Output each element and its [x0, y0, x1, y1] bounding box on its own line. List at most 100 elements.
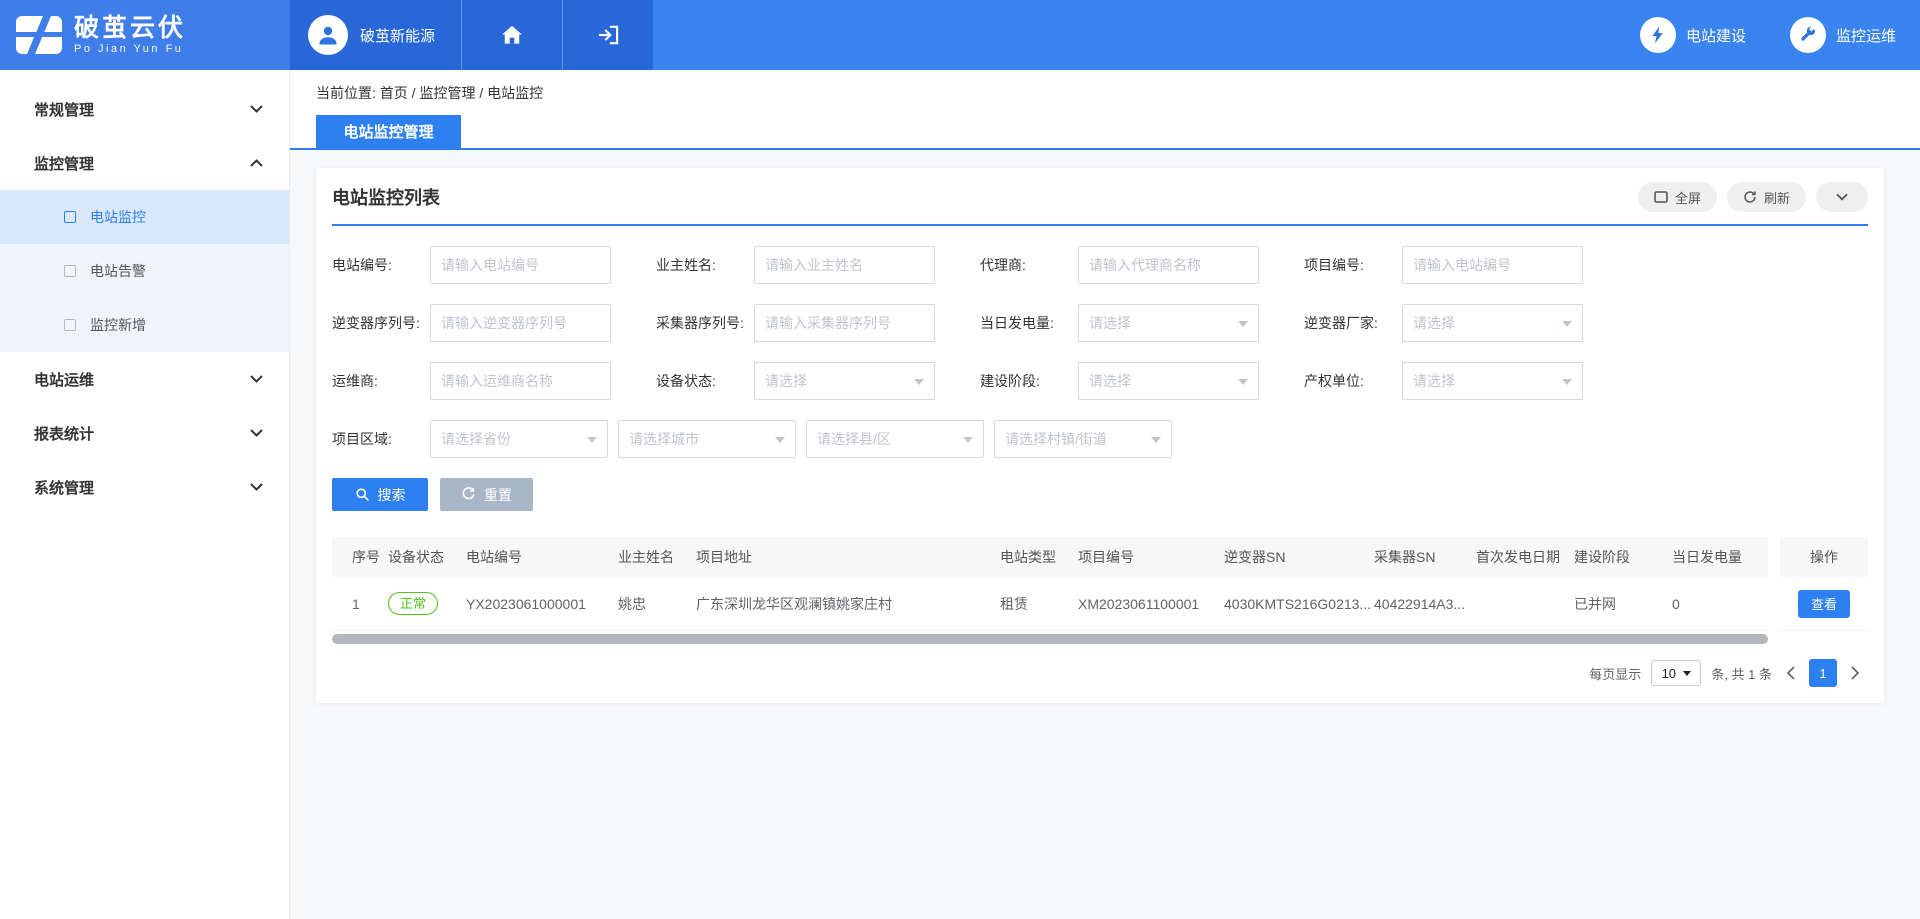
nav-label: 电站建设	[1686, 25, 1746, 46]
filter-label: 项目编号:	[1304, 255, 1402, 275]
col-header: 项目编号	[1078, 537, 1224, 577]
filter-label: 逆变器序列号:	[332, 313, 430, 333]
col-header: 逆变器SN	[1224, 537, 1374, 577]
inverter-sn-input[interactable]	[430, 304, 611, 342]
caret-down-icon	[1562, 379, 1572, 385]
nav-station-build[interactable]: 电站建设	[1640, 17, 1746, 53]
page-number-current[interactable]: 1	[1809, 659, 1837, 687]
filter-label: 逆变器厂家:	[1304, 313, 1402, 333]
chevron-left-icon	[1786, 666, 1795, 680]
top-header: 破茧云伏 Po Jian Yun Fu 破茧新能源	[0, 0, 1920, 70]
daily-power-select[interactable]: 请选择	[1078, 304, 1259, 342]
sidebar-item-station-alarm[interactable]: 电站告警	[0, 244, 289, 298]
caret-down-icon	[1151, 437, 1161, 443]
cell-inverter-sn: 4030KMTS216G0213...	[1224, 577, 1374, 631]
refresh-icon	[1743, 190, 1757, 204]
page-size-select[interactable]: 10	[1651, 660, 1701, 686]
city-select[interactable]: 请选择城市	[618, 420, 796, 458]
sidebar-submenu: 电站监控 电站告警 监控新增	[0, 190, 289, 352]
fullscreen-button[interactable]: 全屏	[1638, 182, 1717, 212]
sidebar-item-station-monitor[interactable]: 电站监控	[0, 190, 289, 244]
build-stage-select[interactable]: 请选择	[1078, 362, 1259, 400]
tab-bar: 电站监控管理	[290, 115, 1920, 150]
nav-label: 监控运维	[1836, 25, 1896, 46]
maintainer-input[interactable]	[430, 362, 611, 400]
collector-sn-input[interactable]	[754, 304, 935, 342]
town-select[interactable]: 请选择村镇/街道	[994, 420, 1172, 458]
chevron-down-icon	[250, 483, 263, 491]
cell-station-no: YX2023061000001	[466, 577, 618, 631]
cell-daily-power: 0	[1672, 577, 1768, 631]
cell-index: 1	[332, 577, 388, 631]
property-unit-select[interactable]: 请选择	[1402, 362, 1583, 400]
sidebar-item-monitoring[interactable]: 监控管理	[0, 136, 289, 190]
tab-station-monitor-mgmt[interactable]: 电站监控管理	[316, 115, 461, 148]
col-header: 当日发电量	[1672, 537, 1768, 577]
caret-down-icon	[914, 379, 924, 385]
panel-header: 电站监控列表 全屏 刷新	[332, 182, 1868, 226]
refresh-button[interactable]: 刷新	[1727, 182, 1806, 212]
chevron-down-icon	[250, 105, 263, 113]
filter-form: 电站编号: 业主姓名: 代理商: 项目编号:	[332, 246, 1868, 458]
caret-down-icon	[1562, 321, 1572, 327]
project-no-input[interactable]	[1402, 246, 1583, 284]
chevron-down-icon	[1836, 193, 1848, 201]
col-header: 建设阶段	[1574, 537, 1672, 577]
pagination: 每页显示 10 条, 共 1 条 1	[332, 659, 1868, 687]
col-header: 电站编号	[466, 537, 618, 577]
col-header: 电站类型	[1000, 537, 1078, 577]
nav-monitor-ops[interactable]: 监控运维	[1790, 17, 1896, 53]
view-button[interactable]: 查看	[1798, 590, 1850, 618]
filter-label: 当日发电量:	[980, 313, 1078, 333]
province-select[interactable]: 请选择省份	[430, 420, 608, 458]
sidebar-item-system[interactable]: 系统管理	[0, 460, 289, 514]
station-no-input[interactable]	[430, 246, 611, 284]
device-status-select[interactable]: 请选择	[754, 362, 935, 400]
main-area: 当前位置: 首页 / 监控管理 / 电站监控 电站监控管理 电站监控列表 全屏	[290, 70, 1920, 919]
collapse-button[interactable]	[1816, 182, 1868, 212]
inverter-vendor-select[interactable]: 请选择	[1402, 304, 1583, 342]
next-page-button[interactable]	[1847, 666, 1864, 680]
sidebar-item-reports[interactable]: 报表统计	[0, 406, 289, 460]
avatar	[308, 15, 348, 55]
sidebar-item-station-ops[interactable]: 电站运维	[0, 352, 289, 406]
caret-down-icon	[1238, 321, 1248, 327]
prev-page-button[interactable]	[1782, 666, 1799, 680]
filter-label: 产权单位:	[1304, 371, 1402, 391]
sidebar-item-monitor-add[interactable]: 监控新增	[0, 298, 289, 352]
submenu-square-icon	[64, 319, 76, 331]
col-header: 采集器SN	[1374, 537, 1476, 577]
horizontal-scrollbar[interactable]	[332, 634, 1768, 644]
caret-down-icon	[587, 437, 597, 443]
sidebar-item-general[interactable]: 常规管理	[0, 82, 289, 136]
reset-button[interactable]: 重置	[440, 478, 533, 511]
brand-title: 破茧云伏	[74, 15, 186, 43]
current-user[interactable]: 破茧新能源	[290, 0, 461, 70]
lightning-icon	[1649, 26, 1667, 44]
col-header: 首次发电日期	[1476, 537, 1574, 577]
exit-icon	[597, 25, 619, 45]
home-button[interactable]	[461, 0, 562, 70]
header-right-nav: 电站建设 监控运维	[1640, 0, 1920, 70]
reset-icon	[461, 487, 476, 502]
page-title: 电站监控列表	[332, 184, 440, 210]
filter-label: 采集器序列号:	[656, 313, 754, 333]
home-icon	[501, 25, 523, 45]
total-count-label: 条, 共 1 条	[1711, 664, 1772, 683]
search-button[interactable]: 搜索	[332, 478, 428, 511]
agent-input[interactable]	[1078, 246, 1259, 284]
brand-subtitle: Po Jian Yun Fu	[74, 43, 186, 55]
col-header: 序号	[332, 537, 388, 577]
cell-build-stage: 已并网	[1574, 577, 1672, 631]
col-header: 项目地址	[696, 537, 1000, 577]
owner-name-input[interactable]	[754, 246, 935, 284]
brand-logo-icon	[16, 16, 62, 54]
filter-label: 电站编号:	[332, 255, 430, 275]
caret-down-icon	[963, 437, 973, 443]
caret-down-icon	[1238, 379, 1248, 385]
county-select[interactable]: 请选择县/区	[806, 420, 984, 458]
logout-button[interactable]	[562, 0, 653, 70]
cell-first-power-date	[1476, 577, 1574, 631]
col-header: 业主姓名	[618, 537, 696, 577]
wrench-icon	[1799, 26, 1817, 44]
